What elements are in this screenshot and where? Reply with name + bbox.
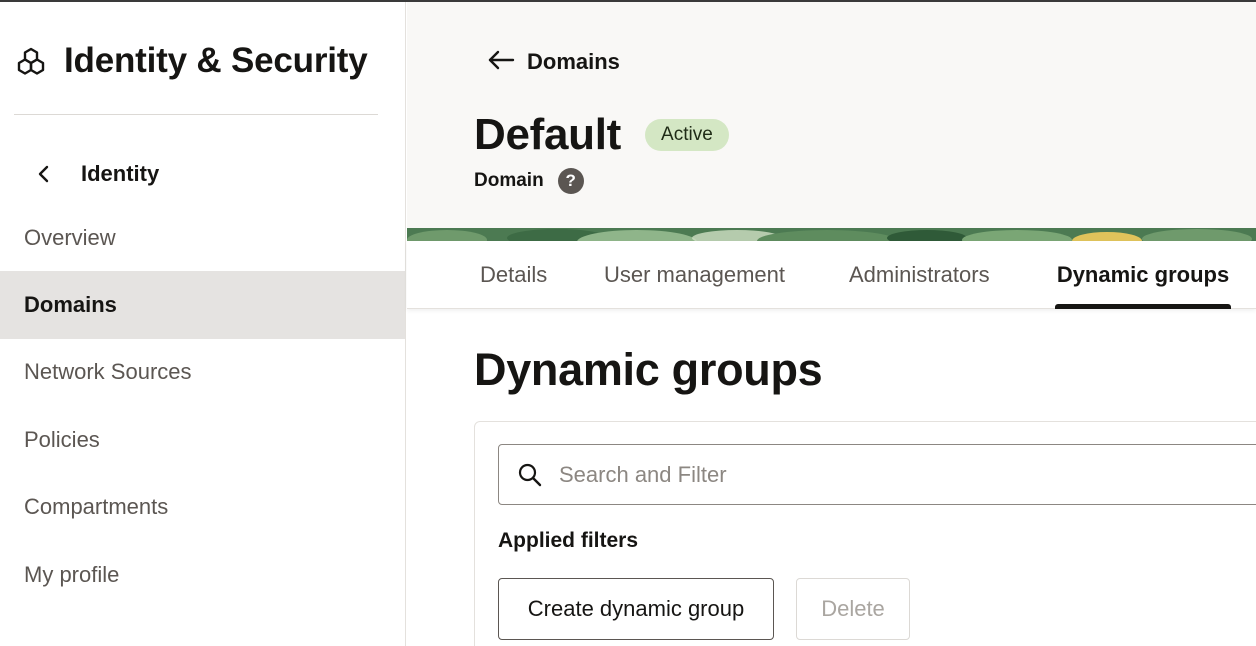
create-dynamic-group-button[interactable]: Create dynamic group <box>498 578 774 640</box>
tab-bar: Details User management Administrators D… <box>407 241 1256 309</box>
status-badge: Active <box>645 119 729 151</box>
page-header: Domains Default Active Domain ? <box>407 2 1256 228</box>
tab-details[interactable]: Details <box>480 241 547 309</box>
delete-button[interactable]: Delete <box>796 578 910 640</box>
back-to-domains-label: Domains <box>527 49 620 74</box>
sidebar-divider <box>14 114 378 115</box>
search-icon <box>517 462 543 488</box>
sidebar-nav: Overview Domains Network Sources Policie… <box>0 204 405 608</box>
sidebar-brand: Identity & Security <box>16 38 368 84</box>
tab-dynamic-groups[interactable]: Dynamic groups <box>1055 241 1231 309</box>
sidebar-title: Identity & Security <box>64 41 368 80</box>
tab-administrators[interactable]: Administrators <box>849 241 990 309</box>
decorative-banner <box>407 228 1256 241</box>
subtitle-row: Domain ? <box>474 168 584 194</box>
tab-label: User management <box>604 262 785 287</box>
sidebar-item-domains[interactable]: Domains <box>0 271 405 339</box>
back-to-identity-link[interactable]: Identity <box>24 154 159 194</box>
sidebar: Identity & Security Identity Overview Do… <box>0 2 406 646</box>
chevron-left-icon <box>24 154 64 194</box>
tab-label: Details <box>480 262 548 287</box>
sidebar-item-my-profile[interactable]: My profile <box>0 541 405 608</box>
applied-filters-label: Applied filters <box>498 529 639 552</box>
page-title: Default <box>474 110 622 159</box>
tab-label: Dynamic groups <box>1056 262 1230 287</box>
title-row: Default Active <box>474 110 729 160</box>
help-icon[interactable]: ? <box>557 168 584 194</box>
section-title: Dynamic groups <box>474 344 823 395</box>
page-subtitle: Domain <box>474 170 544 191</box>
search-filter-field[interactable] <box>498 444 1256 505</box>
sidebar-item-network-sources[interactable]: Network Sources <box>0 339 405 406</box>
back-to-identity-label: Identity <box>81 161 160 186</box>
sidebar-item-overview[interactable]: Overview <box>0 204 405 271</box>
tab-label: Administrators <box>849 262 990 287</box>
active-tab-indicator <box>1055 304 1231 309</box>
tab-user-management[interactable]: User management <box>604 241 785 309</box>
hexagon-cluster-icon <box>16 46 46 76</box>
arrow-left-icon <box>487 50 515 75</box>
sidebar-item-policies[interactable]: Policies <box>0 406 405 473</box>
back-to-domains-link[interactable]: Domains <box>487 42 620 82</box>
sidebar-item-compartments[interactable]: Compartments <box>0 474 405 541</box>
search-input[interactable] <box>559 461 1159 488</box>
